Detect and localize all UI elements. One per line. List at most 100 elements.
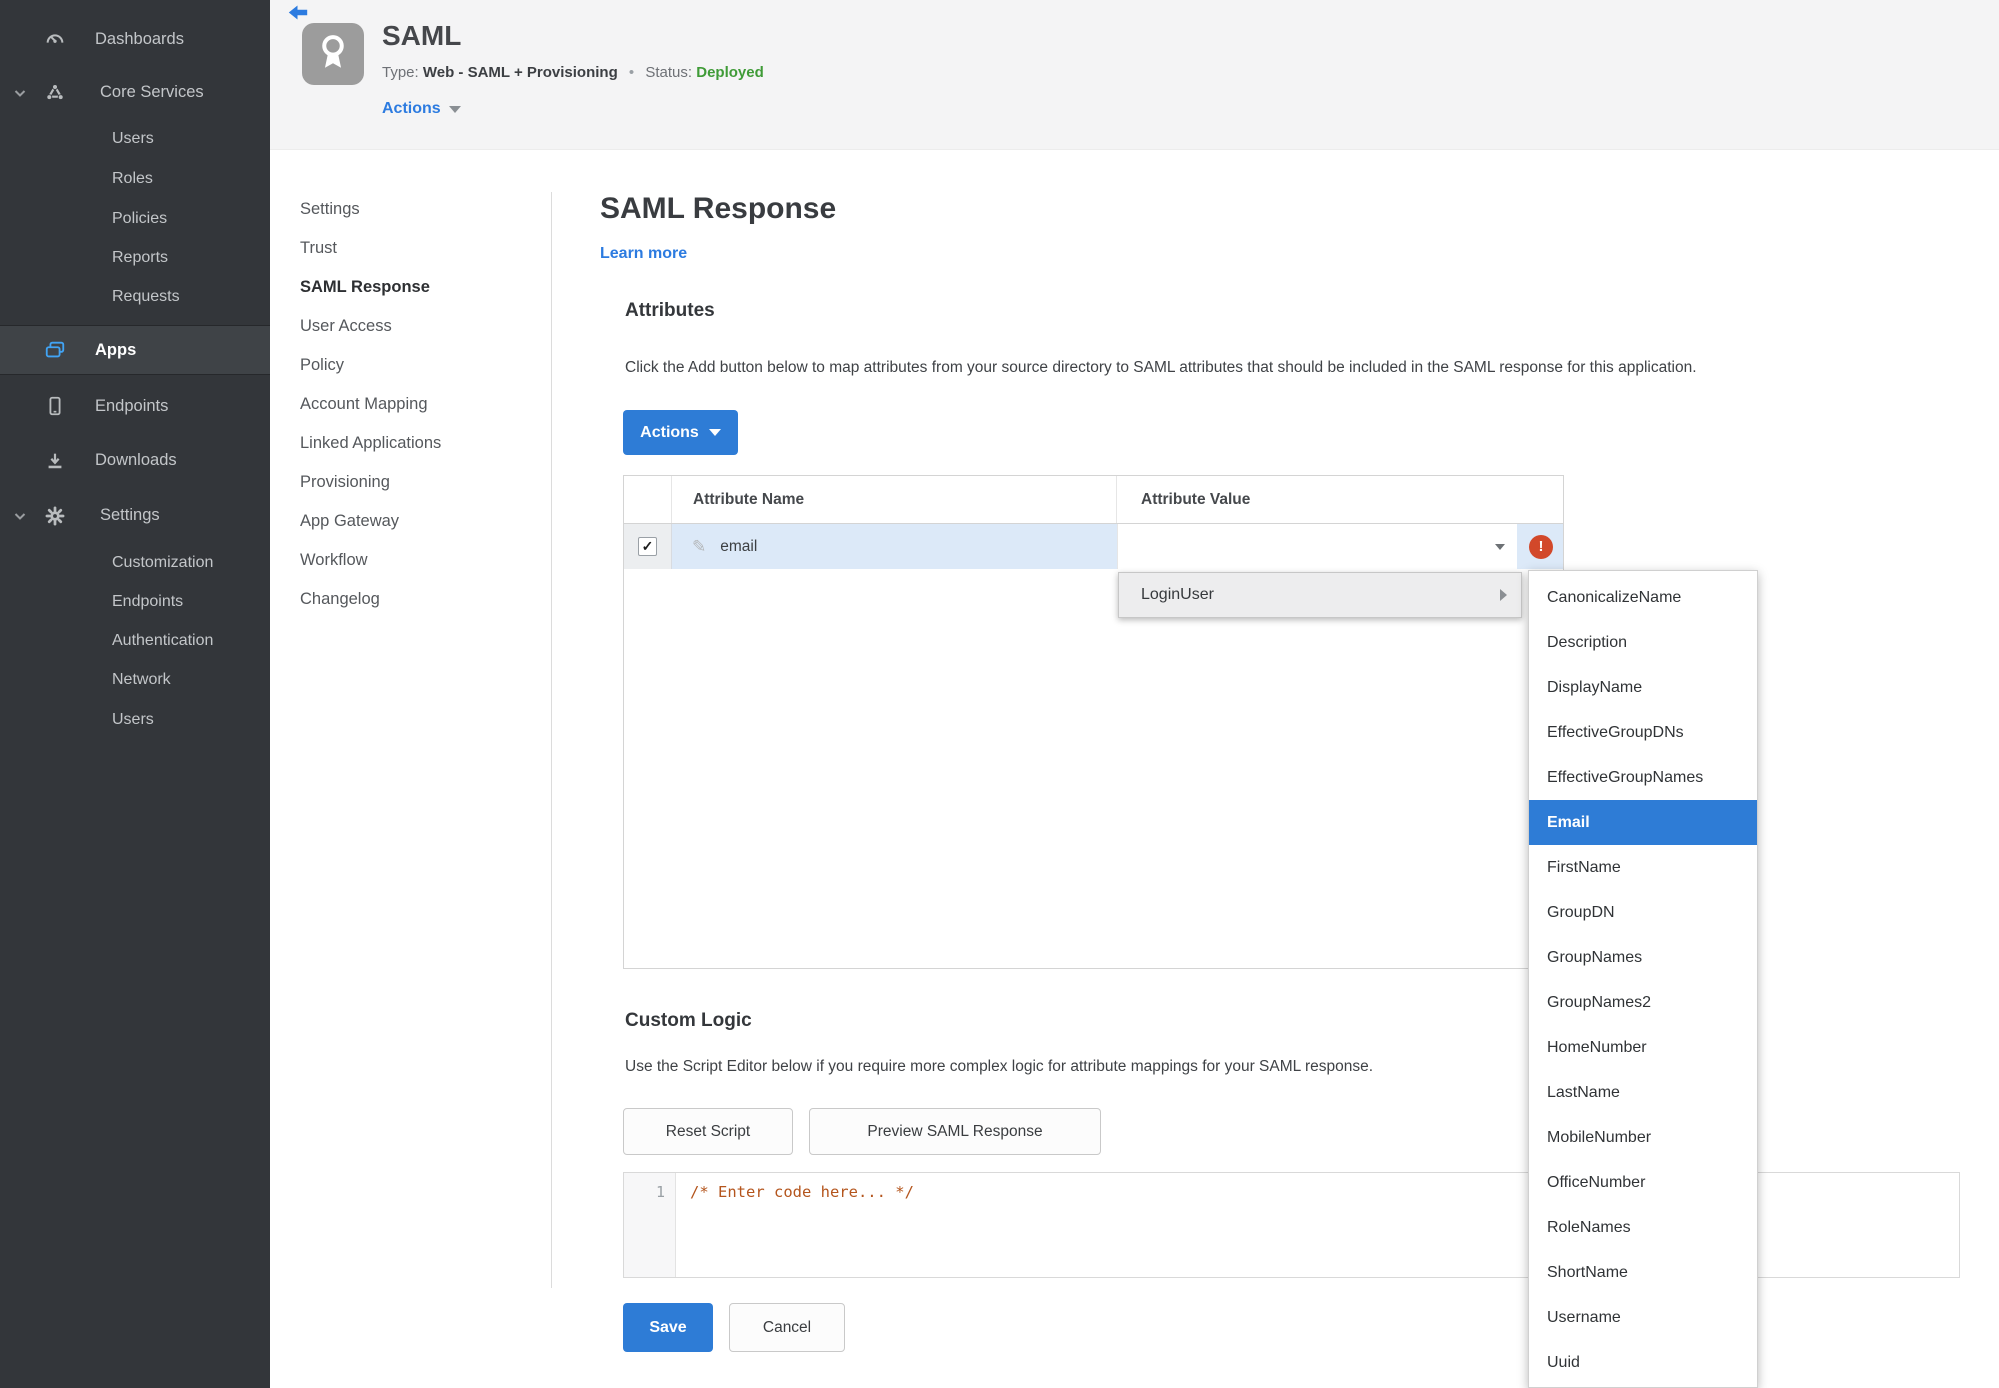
sidebar-item-reports[interactable]: Reports	[0, 238, 270, 277]
submenu-arrow-icon	[1500, 589, 1507, 601]
sidebar-item-settings[interactable]: Settings	[0, 488, 270, 543]
tab-policy[interactable]: Policy	[300, 346, 441, 385]
endpoint-icon	[44, 395, 66, 417]
attribute-value-cell: !	[1117, 524, 1563, 569]
attributes-description: Click the Add button below to map attrib…	[625, 359, 1697, 376]
tab-saml-response[interactable]: SAML Response	[300, 268, 441, 307]
editor-code[interactable]: /* Enter code here... */	[676, 1173, 914, 1277]
tab-account-mapping[interactable]: Account Mapping	[300, 385, 441, 424]
submenu-item-uuid[interactable]: Uuid	[1529, 1340, 1757, 1385]
sidebar-item-dashboards[interactable]: Dashboards	[0, 12, 270, 66]
chevron-down-icon	[448, 105, 461, 113]
pencil-icon[interactable]: ✎	[692, 537, 706, 557]
submenu-item-displayname[interactable]: DisplayName	[1529, 665, 1757, 710]
loginuser-attributes-submenu: CanonicalizeName Description DisplayName…	[1528, 570, 1758, 1388]
award-ribbon-icon	[312, 31, 354, 78]
submenu-item-groupdn[interactable]: GroupDN	[1529, 890, 1757, 935]
reset-script-button[interactable]: Reset Script	[623, 1108, 793, 1155]
submenu-item-mobilenumber[interactable]: MobileNumber	[1529, 1115, 1757, 1160]
separator-dot: •	[628, 64, 635, 81]
submenu-item-firstname[interactable]: FirstName	[1529, 845, 1757, 890]
value-dropdown-menu-item-loginuser[interactable]: LoginUser	[1118, 572, 1522, 618]
app-icon	[302, 23, 364, 85]
sidebar-item-label: Dashboards	[95, 29, 184, 48]
submenu-item-effectivegroupnames[interactable]: EffectiveGroupNames	[1529, 755, 1757, 800]
sidebar-item-apps[interactable]: Apps	[0, 325, 270, 375]
sidebar-item-settings-endpoints[interactable]: Endpoints	[0, 583, 270, 621]
tab-trust[interactable]: Trust	[300, 229, 441, 268]
tab-app-gateway[interactable]: App Gateway	[300, 502, 441, 541]
sidebar-item-roles[interactable]: Roles	[0, 159, 270, 199]
preview-saml-response-button[interactable]: Preview SAML Response	[809, 1108, 1101, 1155]
tab-user-access[interactable]: User Access	[300, 307, 441, 346]
status-label: Status:	[645, 64, 693, 81]
type-label: Type:	[382, 64, 419, 81]
column-header-attribute-name: Attribute Name	[672, 476, 1117, 523]
table-header: Attribute Name Attribute Value	[624, 476, 1563, 524]
tab-changelog[interactable]: Changelog	[300, 580, 441, 619]
error-icon: !	[1529, 534, 1553, 559]
sidebar-item-requests[interactable]: Requests	[0, 277, 270, 317]
column-header-attribute-value: Attribute Value	[1141, 491, 1251, 508]
sidebar-item-label: Core Services	[100, 83, 204, 101]
tab-linked-applications[interactable]: Linked Applications	[300, 424, 441, 463]
tab-provisioning[interactable]: Provisioning	[300, 463, 441, 502]
table-row[interactable]: ✓ ✎ email !	[624, 524, 1563, 569]
submenu-item-lastname[interactable]: LastName	[1529, 1070, 1757, 1115]
sidebar-item-core-services[interactable]: Core Services	[0, 66, 270, 119]
chevron-down-icon	[14, 83, 26, 102]
submenu-item-email[interactable]: Email	[1529, 800, 1757, 845]
script-editor[interactable]: 1 /* Enter code here... */	[623, 1172, 1960, 1278]
save-button[interactable]: Save	[623, 1303, 713, 1352]
editor-line-number: 1	[624, 1173, 676, 1277]
section-title: SAML Response	[600, 192, 837, 225]
chevron-down-icon	[14, 506, 26, 525]
core-services-icon	[44, 82, 66, 104]
sidebar-item-authentication[interactable]: Authentication	[0, 621, 270, 660]
cancel-button[interactable]: Cancel	[729, 1303, 845, 1352]
submenu-item-username[interactable]: Username	[1529, 1295, 1757, 1340]
attributes-heading: Attributes	[625, 300, 715, 321]
tab-settings[interactable]: Settings	[300, 190, 441, 229]
sidebar-item-network[interactable]: Network	[0, 660, 270, 700]
header-actions-menu[interactable]: Actions	[382, 100, 461, 118]
submenu-item-groupnames2[interactable]: GroupNames2	[1529, 980, 1757, 1025]
submenu-item-groupnames[interactable]: GroupNames	[1529, 935, 1757, 980]
submenu-item-officenumber[interactable]: OfficeNumber	[1529, 1160, 1757, 1205]
sidebar-item-policies[interactable]: Policies	[0, 199, 270, 238]
app-root: Dashboards Core Services Users Roles Pol…	[0, 0, 1999, 1388]
sidebar: Dashboards Core Services Users Roles Pol…	[0, 0, 270, 1388]
submenu-item-rolenames[interactable]: RoleNames	[1529, 1205, 1757, 1250]
attribute-name: email	[720, 537, 758, 555]
sidebar-item-endpoints[interactable]: Endpoints	[0, 379, 270, 433]
checkbox-cell: ✓	[624, 524, 672, 569]
chevron-down-icon	[1495, 543, 1505, 550]
gauge-icon	[44, 28, 66, 50]
sidebar-item-users[interactable]: Users	[0, 119, 270, 159]
vertical-divider	[551, 192, 552, 1288]
attributes-actions-button[interactable]: Actions	[623, 410, 738, 455]
attribute-value-dropdown[interactable]	[1117, 524, 1517, 569]
submenu-item-description[interactable]: Description	[1529, 620, 1757, 665]
sidebar-item-customization[interactable]: Customization	[0, 543, 270, 583]
submenu-item-canonicalizename[interactable]: CanonicalizeName	[1529, 575, 1757, 620]
custom-logic-heading: Custom Logic	[625, 1010, 752, 1031]
sidebar-item-downloads[interactable]: Downloads	[0, 433, 270, 488]
page-title: SAML	[382, 20, 462, 51]
back-arrow-icon[interactable]	[288, 5, 308, 26]
type-value: Web - SAML + Provisioning	[422, 64, 618, 81]
chevron-down-icon	[708, 429, 721, 436]
checkbox-column-header	[624, 476, 672, 523]
learn-more-link[interactable]: Learn more	[600, 245, 687, 263]
submenu-item-effectivegroupdns[interactable]: EffectiveGroupDNs	[1529, 710, 1757, 755]
submenu-item-homenumber[interactable]: HomeNumber	[1529, 1025, 1757, 1070]
app-meta: Type: Web - SAML + Provisioning • Status…	[382, 64, 764, 81]
apps-icon	[44, 339, 66, 361]
attributes-table: Attribute Name Attribute Value ✓ ✎ email…	[623, 475, 1564, 969]
attribute-name-cell: ✎ email	[672, 524, 1117, 569]
sidebar-item-settings-users[interactable]: Users	[0, 700, 270, 739]
custom-logic-description: Use the Script Editor below if you requi…	[625, 1058, 1374, 1075]
submenu-item-shortname[interactable]: ShortName	[1529, 1250, 1757, 1295]
row-checkbox[interactable]: ✓	[638, 537, 657, 556]
tab-workflow[interactable]: Workflow	[300, 541, 441, 580]
